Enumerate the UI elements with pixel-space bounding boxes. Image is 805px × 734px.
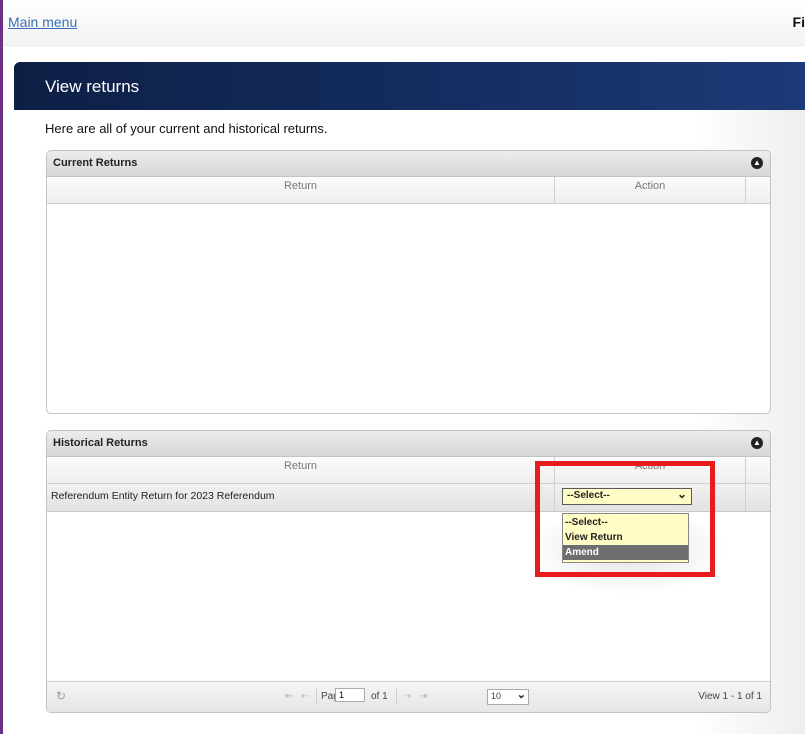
- option-select[interactable]: --Select--: [563, 515, 688, 530]
- prev-page-icon[interactable]: ⇠: [301, 691, 309, 702]
- collapse-icon[interactable]: ▲: [751, 437, 763, 449]
- page-number-input[interactable]: [335, 688, 365, 702]
- return-name-cell: Referendum Entity Return for 2023 Refere…: [51, 490, 275, 502]
- column-divider: [745, 484, 746, 511]
- first-page-icon[interactable]: ⇤: [285, 691, 293, 702]
- window-left-border: [0, 0, 3, 734]
- main-menu-link[interactable]: Main menu: [8, 14, 77, 30]
- column-header-return[interactable]: Return: [47, 457, 555, 483]
- chevron-down-icon: ⌄: [516, 689, 526, 701]
- top-right-label: Fi: [792, 14, 805, 30]
- view-returns-panel: View returns Here are all of your curren…: [14, 62, 805, 734]
- pager: ↻ ⇤ ⇠ Page of 1 ⇢ ⇥ 10 ⌄ View 1 - 1 of 1: [47, 681, 770, 712]
- current-returns-column-headers: Return Action: [47, 177, 770, 204]
- historical-returns-caption: Historical Returns ▲: [47, 431, 770, 457]
- view-count: View 1 - 1 of 1: [698, 691, 762, 702]
- option-view-return[interactable]: View Return: [563, 530, 688, 545]
- current-returns-grid: Current Returns ▲ Return Action: [46, 150, 771, 414]
- pager-separator: [316, 688, 317, 704]
- rows-per-page-select[interactable]: 10 ⌄: [487, 689, 529, 705]
- action-dropdown-list[interactable]: --Select-- View Return Amend: [562, 513, 689, 563]
- option-amend[interactable]: Amend: [563, 545, 688, 560]
- historical-returns-title: Historical Returns: [53, 437, 148, 449]
- page-count-label: of 1: [371, 691, 388, 702]
- column-header-action[interactable]: Action: [555, 177, 746, 203]
- historical-returns-column-headers: Return Action: [47, 457, 770, 484]
- intro-text: Here are all of your current and histori…: [45, 121, 328, 136]
- chevron-down-icon: ⌄: [676, 487, 687, 501]
- current-returns-title: Current Returns: [53, 157, 138, 169]
- action-select[interactable]: --Select-- ⌄: [562, 487, 692, 505]
- refresh-icon[interactable]: ↻: [56, 689, 66, 703]
- last-page-icon[interactable]: ⇥: [419, 691, 427, 702]
- column-header-return[interactable]: Return: [47, 177, 555, 203]
- top-bar: Main menu Fi: [3, 0, 805, 47]
- rows-per-page-value: 10: [491, 691, 502, 701]
- panel-header: View returns: [14, 62, 805, 110]
- next-page-icon[interactable]: ⇢: [403, 691, 411, 702]
- column-header-action[interactable]: Action: [555, 457, 746, 483]
- current-returns-caption: Current Returns ▲: [47, 151, 770, 177]
- page-title: View returns: [45, 77, 140, 96]
- action-select-value: --Select--: [567, 490, 610, 501]
- collapse-icon[interactable]: ▲: [751, 157, 763, 169]
- pager-separator: [396, 688, 397, 704]
